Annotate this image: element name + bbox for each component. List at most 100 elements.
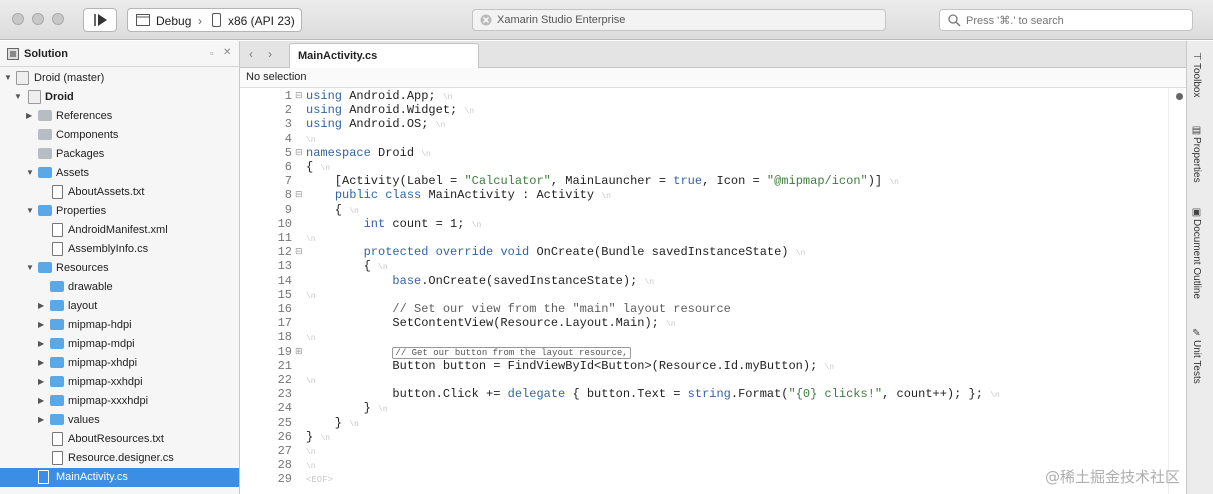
tab-unit-tests[interactable]: ✎ Unit Tests: [1191, 326, 1211, 384]
triangle-down-icon[interactable]: ▼: [14, 92, 24, 102]
tree-item-components[interactable]: Components: [0, 126, 239, 145]
tree-item-aboutresources[interactable]: AboutResources.txt: [0, 430, 239, 449]
folder-icon: [50, 300, 64, 311]
triangle-right-icon[interactable]: ▶: [38, 377, 48, 387]
code-editor[interactable]: 1 ⊟ 2 3 4 5 ⊟ 6 7 8 ⊟ 9 10 11 12 ⊟ 13 14 15 16 17 18 19 ⊞ 21 22 23…: [240, 88, 1186, 494]
tree-item-label: mipmap-hdpi: [68, 319, 132, 331]
tree-item-label: Components: [56, 129, 119, 141]
folded-region-box[interactable]: // Get our button from the layout resour…: [392, 346, 631, 359]
code-line: SetContentView(Resource.Layout.Main); \n: [306, 316, 676, 331]
zoom-window-button[interactable]: [52, 13, 64, 25]
line-number: 10: [277, 216, 292, 231]
code-line: } \n: [306, 429, 331, 444]
close-window-button[interactable]: [12, 13, 24, 25]
fold-collapse-icon[interactable]: ⊟: [295, 148, 303, 158]
tree-item-mipmap-xxxhdpi[interactable]: ▶ mipmap-xxxhdpi: [0, 392, 239, 411]
line-number: 11: [277, 231, 292, 245]
code-line: } \n: [306, 415, 359, 430]
code-line: public class MainActivity : Activity \n: [334, 188, 611, 203]
line-number: 12: [277, 245, 292, 260]
tab-toolbox-label: Toolbox: [1191, 63, 1202, 98]
tab-mainactivity[interactable]: MainActivity.cs: [289, 43, 479, 68]
code-line: using Android.App; \n: [306, 89, 453, 103]
solution-icon: [16, 71, 29, 85]
tab-document-outline[interactable]: ▣ Document Outline: [1191, 205, 1211, 300]
references-folder-icon: [38, 110, 52, 121]
tree-item-aboutassets[interactable]: AboutAssets.txt: [0, 183, 239, 202]
tree-item-properties[interactable]: ▼ Properties: [0, 202, 239, 221]
folder-icon: [50, 281, 64, 292]
code-line: Button button = FindViewById<Button>(Res…: [306, 358, 835, 373]
triangle-down-icon[interactable]: ▼: [4, 73, 14, 83]
tree-item-assets[interactable]: ▼ Assets: [0, 164, 239, 183]
code-line: { \n: [306, 259, 388, 274]
cs-file-icon: [52, 451, 63, 465]
triangle-down-icon[interactable]: ▼: [26, 168, 36, 178]
tree-item-label: Resources: [56, 262, 109, 274]
tree-item-solution[interactable]: ▼ Droid (master): [0, 69, 239, 88]
tree-item-resources[interactable]: ▼ Resources: [0, 259, 239, 278]
folder-icon: [50, 319, 64, 330]
triangle-right-icon[interactable]: ▶: [38, 320, 48, 330]
fold-expand-icon[interactable]: ⊞: [295, 347, 303, 357]
tab-label: MainActivity.cs: [298, 50, 378, 62]
tree-item-layout[interactable]: ▶ layout: [0, 297, 239, 316]
code-line: \n: [306, 235, 316, 244]
line-number: 1: [284, 89, 292, 103]
triangle-right-icon[interactable]: ▶: [26, 111, 36, 121]
tree-item-drawable[interactable]: drawable: [0, 278, 239, 297]
path-bar: No selection: [240, 68, 1186, 88]
search-input[interactable]: [966, 13, 1186, 28]
tree-item-mipmap-mdpi[interactable]: ▶ mipmap-mdpi: [0, 335, 239, 354]
tree-item-label: mipmap-xhdpi: [68, 357, 138, 369]
folder-icon: [50, 376, 64, 387]
tree-item-mipmap-xxhdpi[interactable]: ▶ mipmap-xxhdpi: [0, 373, 239, 392]
pane-dock-icon[interactable]: ▫: [210, 48, 213, 58]
tab-properties[interactable]: ▤ Properties: [1191, 123, 1211, 183]
code-line: using Android.Widget; \n: [306, 103, 475, 118]
code-line: { \n: [306, 160, 331, 174]
tree-item-resource-designer[interactable]: Resource.designer.cs: [0, 449, 239, 468]
tree-item-label: mipmap-mdpi: [68, 338, 135, 350]
tree-item-mainactivity[interactable]: MainActivity.cs: [0, 468, 239, 487]
chevron-right-icon: ›: [198, 14, 202, 28]
code-line: <EOF>: [306, 475, 334, 486]
tree-item-assemblyinfo[interactable]: AssemblyInfo.cs: [0, 240, 239, 259]
run-button[interactable]: [83, 8, 117, 32]
tree-item-project[interactable]: ▼ Droid: [0, 88, 239, 107]
tree-item-mipmap-xhdpi[interactable]: ▶ mipmap-xhdpi: [0, 354, 239, 373]
tree-item-label: Resource.designer.cs: [68, 452, 174, 464]
tree-item-packages[interactable]: Packages: [0, 145, 239, 164]
triangle-right-icon[interactable]: ▶: [38, 415, 48, 425]
pane-close-icon[interactable]: ✕: [223, 47, 231, 58]
search-field[interactable]: [939, 9, 1193, 31]
fold-collapse-icon[interactable]: ⊟: [295, 247, 303, 257]
triangle-right-icon[interactable]: ▶: [38, 339, 48, 349]
line-number: 28: [277, 458, 292, 473]
triangle-down-icon[interactable]: ▼: [26, 206, 36, 216]
selection-status: No selection: [246, 71, 307, 83]
tree-item-values[interactable]: ▶ values: [0, 411, 239, 430]
tree-item-androidmanifest[interactable]: AndroidManifest.xml: [0, 221, 239, 240]
fold-collapse-icon[interactable]: ⊟: [295, 190, 303, 200]
tab-document-outline-label: Document Outline: [1191, 219, 1202, 300]
overview-marker-icon: [1176, 93, 1183, 100]
title-bar: Debug › x86 (API 23) Xamarin Studio Ente…: [0, 0, 1213, 40]
tab-toolbox[interactable]: ⊤ Toolbox: [1191, 49, 1211, 98]
tree-item-references[interactable]: ▶ References: [0, 107, 239, 126]
tree-item-label: AboutResources.txt: [68, 433, 164, 445]
fold-collapse-icon[interactable]: ⊟: [295, 91, 303, 101]
line-number: 29: [277, 472, 292, 487]
code-line: int count = 1; \n: [363, 216, 482, 231]
folder-icon: [50, 338, 64, 349]
run-configuration-selector[interactable]: Debug › x86 (API 23): [127, 8, 302, 32]
triangle-right-icon[interactable]: ▶: [38, 301, 48, 311]
minimize-window-button[interactable]: [32, 13, 44, 25]
status-text: Xamarin Studio Enterprise: [497, 14, 626, 26]
tree-item-mipmap-hdpi[interactable]: ▶ mipmap-hdpi: [0, 316, 239, 335]
forward-arrow-icon[interactable]: ›: [268, 47, 272, 61]
triangle-right-icon[interactable]: ▶: [38, 396, 48, 406]
back-arrow-icon[interactable]: ‹: [249, 47, 253, 61]
triangle-right-icon[interactable]: ▶: [38, 358, 48, 368]
triangle-down-icon[interactable]: ▼: [26, 263, 36, 273]
